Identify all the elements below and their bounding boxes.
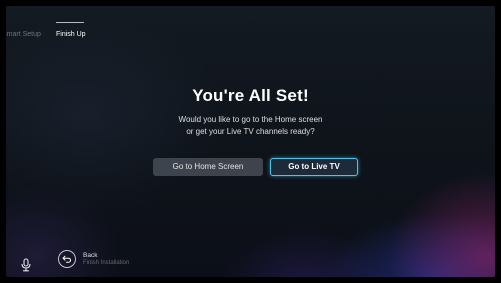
active-tab-indicator — [56, 22, 84, 23]
subtitle-line-2: or get your Live TV channels ready? — [186, 127, 315, 136]
back-arrow-icon — [62, 255, 71, 263]
back-sublabel: Finish Installation — [83, 260, 130, 266]
back-button[interactable] — [58, 250, 76, 268]
go-to-live-tv-button[interactable]: Go to Live TV — [270, 158, 358, 176]
go-to-home-screen-button[interactable]: Go to Home Screen — [153, 158, 263, 176]
subtitle-line-1: Would you like to go to the Home screen — [178, 115, 323, 124]
tab-finish-up[interactable]: Finish Up — [56, 30, 86, 40]
setup-screen: Smart Setup Finish Up — [6, 6, 495, 277]
page-title: You're All Set! — [192, 86, 309, 105]
back-label: Back — [83, 252, 98, 259]
microphone-icon[interactable] — [20, 258, 32, 272]
page-subtitle: Would you like to go to the Home screen … — [0, 114, 501, 138]
tab-smart-setup[interactable]: Smart Setup — [6, 30, 41, 40]
